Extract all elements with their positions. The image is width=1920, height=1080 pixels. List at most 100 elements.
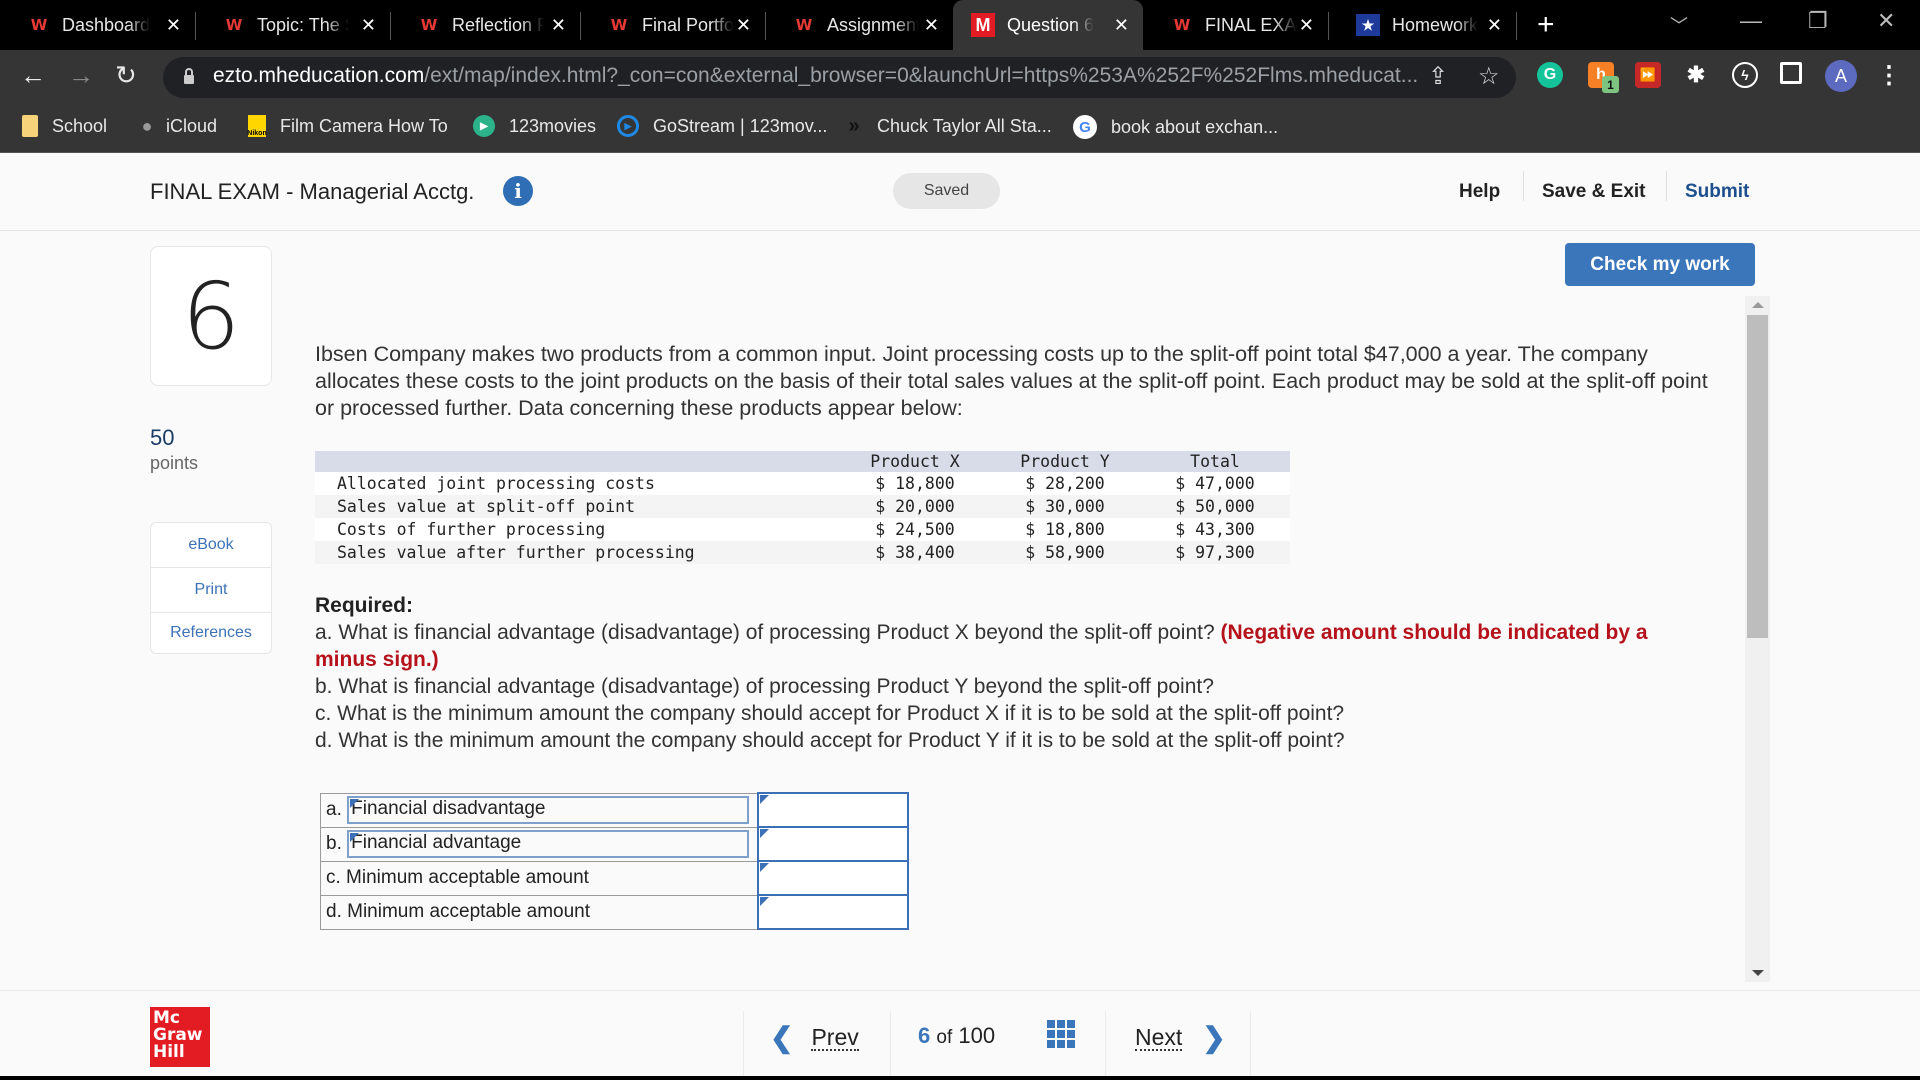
current-page: 6 [918,1023,931,1048]
ebook-button[interactable]: eBook [151,523,271,568]
total-pages: 100 [958,1023,996,1048]
close-icon[interactable]: ✕ [551,15,566,36]
answer-row-b: b. Financial advantage [320,826,909,862]
wheel-w-icon: W [795,16,813,34]
dropdown-value: Financial advantage [351,832,522,853]
bookmark-gostream[interactable]: ▶ GoStream | 123mov... [617,115,827,137]
points-value: 50 [150,425,175,450]
tab-assignment[interactable]: W Assignment ✕ [765,0,953,50]
bookmark-school[interactable]: School [22,115,107,137]
extensions-puzzle-icon[interactable]: ✱ [1683,62,1709,88]
leaf-bolt-icon[interactable]: ϟ [1732,62,1758,88]
minimize-icon[interactable]: — [1740,8,1762,34]
answer-prefix: b. [326,833,342,855]
next-label: Next [1135,1023,1183,1051]
bookmark-123movies[interactable]: ▶ 123movies [473,115,596,137]
bookmark-label: 123movies [509,115,597,136]
tab-homework[interactable]: ★ Homework ✕ [1328,0,1516,50]
answer-b-dropdown[interactable]: Financial advantage [347,830,750,858]
tab-final-exam[interactable]: W FINAL EXAM ✕ [1143,0,1328,50]
back-icon[interactable]: ← [20,60,46,91]
tab-dashboard[interactable]: W Dashboard ✕ [0,0,195,50]
table-row: Costs of further processing $ 24,500 $ 1… [315,518,1290,541]
cell-value: $ 18,800 [840,472,990,495]
input-corner-icon [759,897,769,906]
cell-value: $ 58,900 [990,541,1140,564]
submit-link[interactable]: Submit [1685,181,1749,203]
close-icon[interactable]: ✕ [1299,15,1314,36]
row-label: Costs of further processing [315,518,840,541]
answer-a-input[interactable] [758,794,907,826]
grammarly-icon[interactable]: G [1537,62,1563,88]
close-icon[interactable]: ✕ [924,15,939,36]
tab-search-chevron-icon[interactable]: ﹀ [1670,12,1688,38]
scroll-up-arrow-icon[interactable] [1752,302,1764,308]
answer-row-d: d. Minimum acceptable amount [320,894,909,930]
bookmark-icloud[interactable]: ● iCloud [138,115,217,137]
close-icon[interactable]: ✕ [1114,15,1129,36]
scroll-down-arrow-icon[interactable] [1752,970,1764,976]
url-text[interactable]: ezto.mheducation.com/ext/map/index.html?… [213,64,1418,88]
tab-label: Final Portfol [642,14,734,35]
tab-label: Topic: The S [257,14,349,35]
table-row: Allocated joint processing costs $ 18,80… [315,472,1290,495]
tab-label: FINAL EXAM [1205,14,1297,35]
answer-row-c: c. Minimum acceptable amount [320,860,909,896]
new-tab-button[interactable]: + [1537,8,1555,42]
answer-a-dropdown[interactable]: Financial disadvantage [347,796,750,824]
content-scrollbar[interactable] [1745,296,1770,982]
references-button[interactable]: References [151,613,271,653]
kebab-menu-icon[interactable]: ⋮ [1876,62,1902,89]
bookmark-label: GoStream | 123mov... [653,115,828,136]
cell-value: $ 18,800 [990,518,1140,541]
close-icon[interactable]: ✕ [1487,15,1502,36]
share-icon[interactable]: ⇪ [1428,62,1448,91]
close-icon[interactable]: ✕ [736,15,751,36]
side-panel-icon[interactable] [1780,62,1802,84]
save-exit-link[interactable]: Save & Exit [1542,181,1646,203]
reload-icon[interactable]: ↻ [115,60,137,91]
grid-cell [1067,1020,1075,1028]
required-title: Required: [315,594,414,617]
bookmark-book-exchange[interactable]: G book about exchan... [1073,115,1278,139]
exam-header: FINAL EXAM - Managerial Acctg. i Saved H… [0,153,1920,231]
table-row: Sales value at split-off point $ 20,000 … [315,495,1290,518]
bookmark-star-icon[interactable]: ☆ [1478,62,1500,91]
grid-cell [1047,1030,1055,1038]
answer-input-cell [756,860,909,896]
close-icon[interactable]: ✕ [361,15,376,36]
question-grid-icon[interactable] [1047,1020,1075,1048]
answer-c-input[interactable] [758,862,907,894]
window-close-icon[interactable]: ✕ [1877,8,1895,34]
browser-tab-bar: W Dashboard ✕ W Topic: The S ✕ W Reflect… [0,0,1920,50]
tab-topic[interactable]: W Topic: The S ✕ [195,0,390,50]
footer-divider [743,1011,744,1077]
tab-final-portfolio[interactable]: W Final Portfol ✕ [580,0,765,50]
grid-cell [1057,1030,1065,1038]
restore-icon[interactable]: ❐ [1808,8,1828,34]
fast-forward-extension-icon[interactable]: ⏩ [1635,62,1661,88]
bookmark-chuck-taylor[interactable]: » Chuck Taylor All Sta... [845,115,1051,137]
answer-b-input[interactable] [758,828,907,860]
print-button[interactable]: Print [151,568,271,613]
answer-label-cell: c. Minimum acceptable amount [320,860,758,896]
points-label: points [150,453,199,473]
info-icon[interactable]: i [503,176,533,206]
check-my-work-button[interactable]: Check my work [1565,243,1755,286]
bookmark-film-camera[interactable]: Nikon Film Camera How To [247,115,448,137]
avatar[interactable]: A [1825,60,1857,92]
prev-button[interactable]: ❮ Prev [770,1021,859,1054]
grid-cell [1067,1030,1075,1038]
answer-d-input[interactable] [758,896,907,928]
next-button[interactable]: Next ❯ [1135,1021,1226,1054]
cell-value: $ 43,300 [1140,518,1290,541]
answer-input-cell [756,826,909,862]
close-icon[interactable]: ✕ [166,15,181,36]
scrollbar-thumb[interactable] [1747,315,1768,638]
tab-reflection[interactable]: W Reflection P ✕ [390,0,580,50]
cell-value: $ 97,300 [1140,541,1290,564]
help-link[interactable]: Help [1459,181,1500,203]
cell-value: $ 20,000 [840,495,990,518]
tab-question-6[interactable]: M Question 6 ✕ [953,0,1143,50]
forward-icon[interactable]: → [68,60,94,91]
